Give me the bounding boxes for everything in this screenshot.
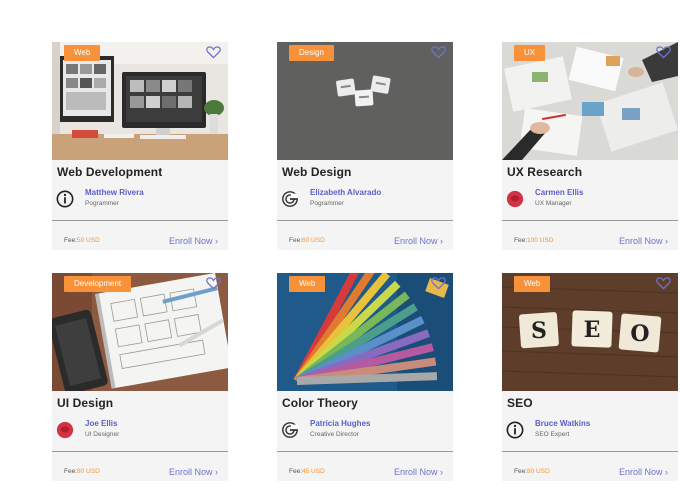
- heart-icon[interactable]: [431, 276, 446, 290]
- enroll-now-link[interactable]: Enroll Now ›: [394, 236, 443, 246]
- g-logo-icon: [282, 191, 299, 207]
- instructor-role: Pogrammer: [310, 200, 344, 207]
- fee-text: Fee:80 USD: [514, 468, 550, 475]
- fee-amount: 100 USD: [527, 237, 554, 244]
- g-logo-icon: [282, 422, 299, 438]
- instructor-name[interactable]: Patricia Hughes: [310, 419, 370, 428]
- enroll-now-link[interactable]: Enroll Now ›: [169, 236, 218, 246]
- course-title[interactable]: SEO: [507, 396, 533, 410]
- heart-icon[interactable]: [206, 45, 221, 59]
- enroll-now-link[interactable]: Enroll Now ›: [169, 467, 218, 477]
- heart-icon[interactable]: [656, 45, 671, 59]
- fee-amount: 50 USD: [77, 237, 100, 244]
- instructor-name[interactable]: Bruce Watkins: [535, 419, 590, 428]
- course-title[interactable]: UI Design: [57, 396, 113, 410]
- instructor-name[interactable]: Elizabeth Alvarado: [310, 188, 381, 197]
- info-circle-icon: [56, 190, 74, 208]
- fee-text: Fee:100 USD: [514, 237, 554, 244]
- category-tag: Web: [289, 276, 326, 292]
- category-tag: Development: [64, 276, 132, 292]
- instructor-role: Pogrammer: [85, 200, 119, 207]
- red-blob-icon: [56, 421, 74, 439]
- fee-amount: 60 USD: [302, 237, 325, 244]
- divider: [277, 451, 453, 452]
- enroll-now-link[interactable]: Enroll Now ›: [394, 467, 443, 477]
- seo-tile-letter: O: [630, 321, 649, 347]
- fee-amount: 80 USD: [527, 468, 550, 475]
- fee-amount: 45 USD: [302, 468, 325, 475]
- instructor-role: Creative Director: [310, 431, 359, 438]
- instructor-name[interactable]: Carmen Ellis: [535, 188, 583, 197]
- fee-text: Fee:80 USD: [64, 468, 100, 475]
- seo-tile-letter: S: [531, 318, 547, 344]
- heart-icon[interactable]: [656, 276, 671, 290]
- fee-text: Fee:50 USD: [64, 237, 100, 244]
- course-card[interactable]: UX UX Research Carmen Ellis UX Manager F…: [502, 42, 678, 250]
- seo-tile-letter: E: [584, 317, 601, 343]
- course-card[interactable]: Design Web Design Elizabeth Alvarado Pog…: [277, 42, 453, 250]
- instructor-role: SEO Expert: [535, 431, 570, 438]
- instructor-role: UI Designer: [85, 431, 120, 438]
- course-title[interactable]: Color Theory: [282, 396, 358, 410]
- instructor-role: UX Manager: [535, 200, 572, 207]
- course-card[interactable]: Development UI Design Joe Ellis UI Desig…: [52, 273, 228, 481]
- course-title[interactable]: UX Research: [507, 165, 582, 179]
- info-circle-icon: [506, 421, 524, 439]
- instructor-name[interactable]: Joe Ellis: [85, 419, 117, 428]
- category-tag: UX: [514, 45, 546, 61]
- course-card[interactable]: Web Web Development Matthew Rivera Pogra…: [52, 42, 228, 250]
- category-tag: Web: [64, 45, 101, 61]
- divider: [502, 220, 678, 221]
- enroll-now-link[interactable]: Enroll Now ›: [619, 236, 668, 246]
- enroll-now-link[interactable]: Enroll Now ›: [619, 467, 668, 477]
- course-card[interactable]: S E O Web SEO Bruce Watkins SEO Expert F…: [502, 273, 678, 481]
- course-title[interactable]: Web Design: [282, 165, 351, 179]
- category-tag: Web: [514, 276, 551, 292]
- divider: [502, 451, 678, 452]
- divider: [277, 220, 453, 221]
- course-card[interactable]: Web Color Theory Patricia Hughes Creativ…: [277, 273, 453, 481]
- fee-amount: 80 USD: [77, 468, 100, 475]
- course-title[interactable]: Web Development: [57, 165, 162, 179]
- fee-text: Fee:45 USD: [289, 468, 325, 475]
- heart-icon[interactable]: [206, 276, 221, 290]
- fee-text: Fee:60 USD: [289, 237, 325, 244]
- divider: [52, 451, 228, 452]
- category-tag: Design: [289, 45, 334, 61]
- red-blob-icon: [506, 190, 524, 208]
- heart-icon[interactable]: [431, 45, 446, 59]
- instructor-name[interactable]: Matthew Rivera: [85, 188, 144, 197]
- divider: [52, 220, 228, 221]
